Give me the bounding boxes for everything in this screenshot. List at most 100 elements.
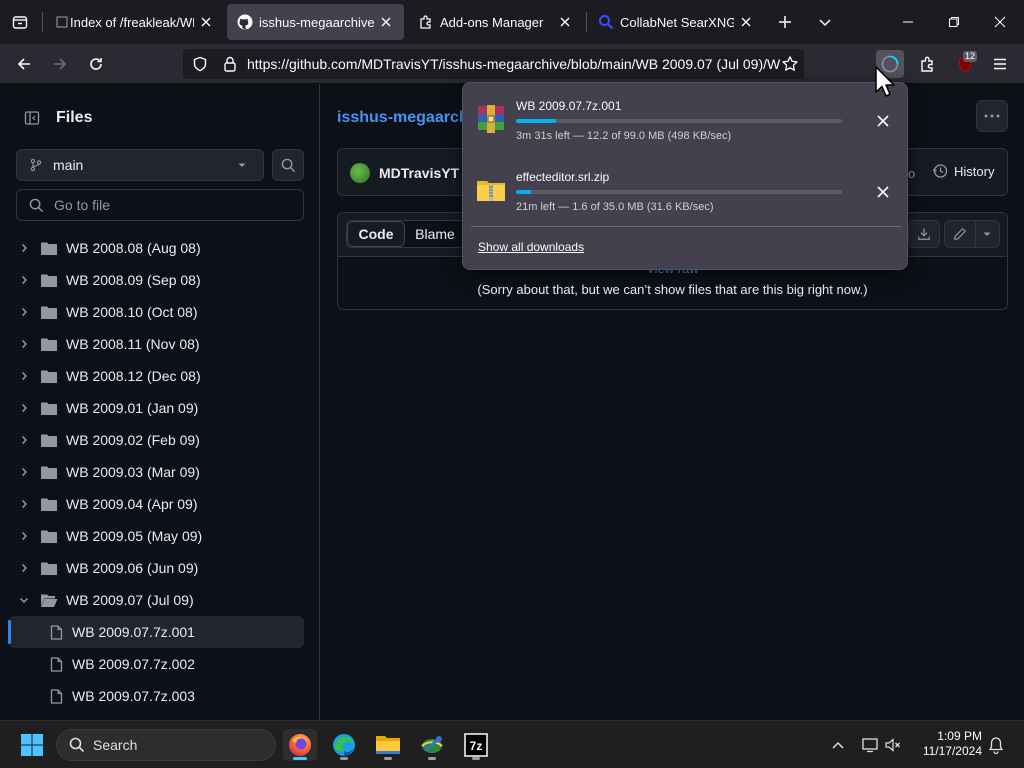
tree-folder[interactable]: WB 2008.10 (Oct 08) [8, 296, 304, 328]
cancel-download-button[interactable] [871, 180, 895, 204]
clock[interactable]: 1:09 PM 11/17/2024 [912, 729, 982, 761]
download-item[interactable]: WB 2009.07.7z.001 3m 31s left — 12.2 of … [471, 91, 901, 151]
tree-folder[interactable]: WB 2009.02 (Feb 09) [8, 424, 304, 456]
back-button[interactable] [10, 50, 38, 78]
restore-button[interactable] [940, 8, 968, 36]
forward-button[interactable] [46, 50, 74, 78]
collapse-sidebar-button[interactable] [16, 102, 48, 134]
go-to-file-input[interactable]: Go to file [16, 189, 304, 221]
branch-selector[interactable]: main [16, 149, 264, 181]
extensions-button[interactable] [914, 50, 942, 78]
chevron-right-icon[interactable] [16, 400, 32, 416]
tree-file[interactable]: WB 2009.07.7z.002 [8, 648, 304, 680]
running-indicator [428, 757, 436, 760]
taskbar-network-app[interactable] [415, 729, 449, 761]
folder-icon [376, 736, 400, 754]
chevron-right-icon[interactable] [16, 272, 32, 288]
reload-button[interactable] [82, 50, 110, 78]
url-bar[interactable]: https://github.com/MDTravisYT/isshus-meg… [183, 49, 804, 79]
tab-label: Index of /freakleak/WB/r2( [70, 14, 194, 30]
tab-addons-manager[interactable]: Add-ons Manager [408, 4, 583, 40]
caret-down-icon [238, 163, 246, 167]
commit-author[interactable]: MDTravisYT [379, 165, 459, 181]
tree-folder-label: WB 2009.05 (May 09) [66, 528, 203, 544]
edit-button[interactable] [944, 220, 1000, 248]
tab-index-freakleak[interactable]: Index of /freakleak/WB/r2( [44, 4, 224, 40]
show-hidden-icons-button[interactable] [821, 729, 855, 761]
tree-folder[interactable]: WB 2009.03 (Mar 09) [8, 456, 304, 488]
taskbar-firefox[interactable] [283, 729, 317, 761]
chevron-right-icon[interactable] [16, 528, 32, 544]
tree-folder[interactable]: WB 2008.11 (Nov 08) [8, 328, 304, 360]
start-button[interactable] [15, 729, 49, 761]
taskbar-search-box[interactable]: Search [56, 729, 276, 761]
ublock-extension-button[interactable]: 12 [951, 50, 979, 78]
tree-folder-label: WB 2009.02 (Feb 09) [66, 432, 200, 448]
tree-folder[interactable]: WB 2009.05 (May 09) [8, 520, 304, 552]
tree-folder[interactable]: WB 2008.09 (Sep 08) [8, 264, 304, 296]
download-raw-button[interactable] [908, 220, 940, 248]
chevron-right-icon[interactable] [16, 304, 32, 320]
search-files-button[interactable] [272, 149, 304, 181]
caret-down-icon[interactable] [982, 229, 992, 239]
taskbar-edge[interactable] [327, 729, 361, 761]
minimize-button[interactable] [894, 8, 922, 36]
cancel-download-button[interactable] [871, 109, 895, 133]
tab-label: CollabNet SearXNG [620, 14, 734, 30]
close-window-button[interactable] [986, 8, 1014, 36]
system-tray-status[interactable] [857, 729, 907, 761]
close-tab-icon[interactable] [557, 14, 573, 30]
notifications-button[interactable] [980, 729, 1012, 761]
firefox-view-button[interactable] [6, 8, 34, 36]
chevron-right-icon[interactable] [16, 464, 32, 480]
tab-blame[interactable]: Blame [405, 221, 465, 247]
tree-file-label: WB 2009.07.7z.001 [72, 624, 195, 640]
show-all-downloads-button[interactable]: Show all downloads [478, 240, 584, 254]
folder-open-icon [40, 592, 58, 608]
hamburger-menu-icon [994, 58, 1006, 70]
bookmark-star-button[interactable] [776, 50, 804, 78]
tree-file[interactable]: WB 2009.07.7z.001 [8, 616, 304, 648]
more-options-button[interactable] [976, 100, 1008, 132]
close-tab-icon[interactable] [378, 14, 394, 30]
download-item[interactable]: effecteditor.srl.zip 21m left — 1.6 of 3… [471, 162, 901, 222]
tree-folder[interactable]: WB 2009.06 (Jun 09) [8, 552, 304, 584]
reload-icon [90, 58, 102, 70]
repo-breadcrumb-link[interactable]: isshus-megaarchi [337, 109, 473, 127]
tree-folder[interactable]: WB 2009.01 (Jan 09) [8, 392, 304, 424]
close-tab-icon[interactable] [198, 14, 214, 30]
tab-isshus-megaarchive[interactable]: isshus-megaarchive/W [227, 4, 404, 40]
tab-label: isshus-megaarchive/W [259, 14, 374, 30]
chevron-right-icon[interactable] [16, 240, 32, 256]
winrar-archive-icon [475, 103, 507, 135]
app-menu-button[interactable] [986, 50, 1014, 78]
taskbar-7zip[interactable]: 7z [459, 729, 493, 761]
taskbar-file-explorer[interactable] [371, 729, 405, 761]
list-all-tabs-button[interactable] [811, 8, 839, 36]
lock-icon[interactable] [221, 55, 239, 73]
folder-icon [40, 368, 58, 384]
chevron-right-icon[interactable] [16, 432, 32, 448]
tracking-protection-icon[interactable] [191, 55, 209, 73]
new-tab-button[interactable] [771, 8, 799, 36]
chevron-right-icon[interactable] [16, 560, 32, 576]
windows-logo-icon [21, 734, 43, 756]
tree-folder[interactable]: WB 2009.04 (Apr 09) [8, 488, 304, 520]
history-button[interactable]: History [932, 163, 994, 179]
tree-file[interactable]: WB 2009.07.7z.003 [8, 680, 304, 712]
chevron-down-icon[interactable] [16, 592, 32, 608]
pencil-icon [954, 227, 967, 240]
file-icon [48, 624, 64, 640]
tree-folder[interactable]: WB 2008.12 (Dec 08) [8, 360, 304, 392]
chevron-right-icon[interactable] [16, 336, 32, 352]
tab-code[interactable]: Code [347, 221, 405, 247]
close-tab-icon[interactable] [738, 14, 754, 30]
tree-folder[interactable]: WB 2009.07 (Jul 09) [8, 584, 304, 616]
tree-folder-label: WB 2008.10 (Oct 08) [66, 304, 198, 320]
chevron-right-icon[interactable] [16, 496, 32, 512]
tree-folder[interactable]: WB 2008.08 (Aug 08) [8, 232, 304, 264]
tree-file-label: WB 2009.07.7z.002 [72, 656, 195, 672]
chevron-right-icon[interactable] [16, 368, 32, 384]
tab-collabnet-searxng[interactable]: CollabNet SearXNG [588, 4, 764, 40]
puzzle-icon [418, 14, 434, 30]
